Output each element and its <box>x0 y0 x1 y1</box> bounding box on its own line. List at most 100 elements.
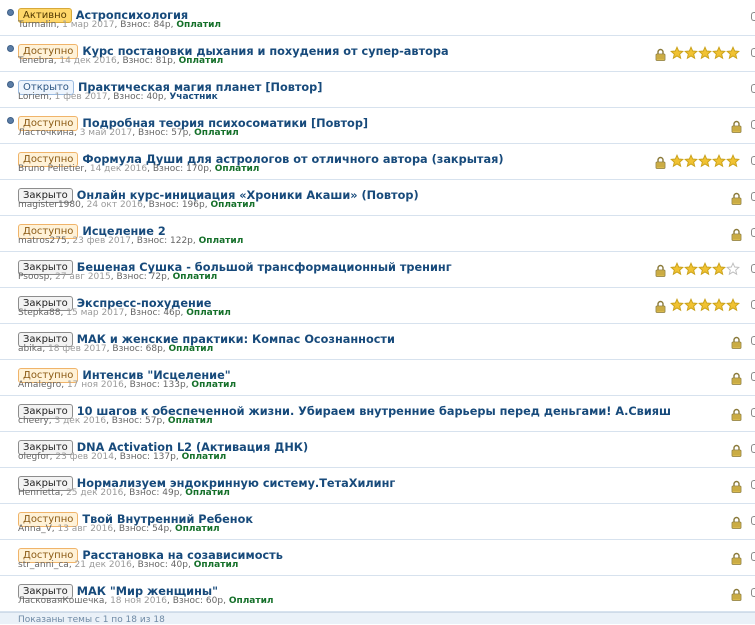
rating-stars[interactable] <box>670 153 740 168</box>
thread-date: 25 дек 2016 <box>66 488 124 498</box>
thread-author-link[interactable]: str_anni_ca <box>18 560 69 570</box>
thread-author-link[interactable]: Anna_V <box>18 524 52 534</box>
lock-icon <box>655 298 666 313</box>
thread-date: 1 фев 2017 <box>54 92 108 102</box>
fee-value: 60р <box>205 596 224 606</box>
fee-label: Взнос: <box>172 596 204 606</box>
thread-author-link[interactable]: ЛасковаяКошечка <box>18 596 104 606</box>
thread-author-link[interactable]: Tenebra <box>18 56 54 66</box>
thread-row[interactable]: Доступно Расстановка на созависимость str_… <box>0 540 755 576</box>
thread-row[interactable]: Закрыто DNA Activation L2 (Активация ДНК)… <box>0 432 755 468</box>
last-post-edge <box>751 48 755 57</box>
thread-author-link[interactable]: matros275 <box>18 236 67 246</box>
star-icon[interactable] <box>698 297 712 312</box>
unread-indicator-icon <box>7 81 14 88</box>
thread-author-link[interactable]: Henrietta <box>18 488 60 498</box>
star-icon[interactable] <box>698 45 712 60</box>
thread-title-line: Доступно Курс постановки дыхания и похуде… <box>18 41 449 59</box>
thread-author-link[interactable]: Psoosp <box>18 272 49 282</box>
thread-date: 27 авг 2015 <box>55 272 111 282</box>
star-icon[interactable] <box>726 153 740 168</box>
star-icon[interactable] <box>684 45 698 60</box>
star-icon[interactable] <box>670 297 684 312</box>
thread-date: 13 авг 2016 <box>57 524 114 534</box>
star-icon[interactable] <box>670 261 684 276</box>
fee-value: 196р <box>181 200 205 210</box>
star-icon[interactable] <box>684 297 698 312</box>
thread-title-line: Доступно Интенсив "Исцеление" <box>18 365 231 383</box>
fee-value: 137р <box>152 452 176 462</box>
thread-author-link[interactable]: Turmalin <box>18 20 56 30</box>
thread-row[interactable]: Закрыто Экспресс-похудение Stepka88, 15 ма… <box>0 288 755 324</box>
star-icon[interactable] <box>726 261 740 276</box>
thread-author-link[interactable]: olegfor <box>18 452 50 462</box>
star-icon[interactable] <box>670 45 684 60</box>
star-icon[interactable] <box>698 261 712 276</box>
thread-row[interactable]: Закрыто Онлайн курс-инициация «Хроники Ак… <box>0 180 755 216</box>
thread-author-link[interactable]: abika <box>18 344 42 354</box>
thread-row[interactable]: Доступно Твой Внутренний Ребенок Anna_V, 1… <box>0 504 755 540</box>
thread-date: 14 дек 2016 <box>89 164 148 174</box>
pagination-footer: Показаны темы с 1 по 18 из 18 <box>0 612 755 625</box>
star-icon[interactable] <box>684 153 698 168</box>
thread-meta: cheery, 3 дек 2016, Взнос: 57р, Оплатил <box>18 416 213 426</box>
rating-stars[interactable] <box>670 297 740 312</box>
thread-meta: Henrietta, 25 дек 2016, Взнос: 49р, Опла… <box>18 488 230 498</box>
thread-meta: Bruno Pelletier, 14 дек 2016, Взнос: 170… <box>18 164 260 174</box>
participation-state: Оплатил <box>193 560 239 570</box>
thread-row[interactable]: Закрыто Бешеная Сушка - большой трансформ… <box>0 252 755 288</box>
thread-row[interactable]: Доступно Формула Души для астрологов от о… <box>0 144 755 180</box>
thread-author-link[interactable]: Amalegro <box>18 380 61 390</box>
participation-state: Оплатил <box>185 488 230 498</box>
fee-label: Взнос: <box>129 380 160 390</box>
thread-row[interactable]: Активно Астропсихология Turmalin, 1 мар 20… <box>0 0 755 36</box>
thread-author-link[interactable]: Stepka88 <box>18 308 61 318</box>
pagination-summary: Показаны темы с 1 по 18 из 18 <box>18 615 165 625</box>
thread-author-link[interactable]: Ласточкина <box>18 128 74 138</box>
lock-icon <box>731 478 742 493</box>
thread-author-link[interactable]: magister1980 <box>18 200 81 210</box>
thread-author-link[interactable]: Bruno Pelletier <box>18 164 84 174</box>
thread-row[interactable]: Доступно Интенсив "Исцеление" Amalegro, 17… <box>0 360 755 396</box>
thread-title-line: Закрыто DNA Activation L2 (Активация ДНК) <box>18 437 308 455</box>
thread-row[interactable]: Доступно Подробная теория психосоматики [… <box>0 108 755 144</box>
thread-row[interactable]: Доступно Исцеление 2 matros275, 23 фев 201… <box>0 216 755 252</box>
thread-row[interactable]: Доступно Курс постановки дыхания и похуде… <box>0 36 755 72</box>
rating-stars[interactable] <box>670 45 740 60</box>
thread-title-line: Доступно Твой Внутренний Ребенок <box>18 509 253 527</box>
thread-row[interactable]: Открыто Практическая магия планет [Повтор… <box>0 72 755 108</box>
thread-meta: magister1980, 24 окт 2016, Взнос: 196р, … <box>18 200 256 210</box>
star-icon[interactable] <box>712 45 726 60</box>
fee-value: 170р <box>186 164 209 174</box>
star-icon[interactable] <box>712 153 726 168</box>
last-post-edge <box>751 516 755 525</box>
thread-meta: Amalegro, 17 ноя 2016, Взнос: 133р, Опла… <box>18 380 237 390</box>
last-post-edge <box>751 480 755 489</box>
star-icon[interactable] <box>698 153 712 168</box>
fee-label: Взнос: <box>116 272 147 282</box>
star-icon[interactable] <box>684 261 698 276</box>
star-icon[interactable] <box>712 297 726 312</box>
star-icon[interactable] <box>670 153 684 168</box>
thread-row[interactable]: Закрыто 10 шагов к обеспеченной жизни. Уб… <box>0 396 755 432</box>
participation-state: Оплатил <box>176 20 221 30</box>
star-icon[interactable] <box>712 261 726 276</box>
thread-row[interactable]: Закрыто МАК "Мир женщины" ЛасковаяКошечка,… <box>0 576 755 612</box>
lock-icon <box>731 550 742 565</box>
last-post-edge <box>751 588 755 597</box>
star-icon[interactable] <box>726 297 740 312</box>
participation-state: Оплатил <box>210 200 256 210</box>
thread-title-line: Закрыто 10 шагов к обеспеченной жизни. Уб… <box>18 401 671 419</box>
thread-author-link[interactable]: Loriem <box>18 92 49 102</box>
rating-stars[interactable] <box>670 261 740 276</box>
last-post-edge <box>751 264 755 273</box>
thread-author-link[interactable]: cheery <box>18 416 49 426</box>
thread-date: 21 дек 2016 <box>74 560 132 570</box>
star-icon[interactable] <box>726 45 740 60</box>
participation-state: Оплатил <box>214 164 260 174</box>
thread-date: 23 фев 2017 <box>72 236 132 246</box>
thread-row[interactable]: Закрыто Нормализуем эндокринную систему.Т… <box>0 468 755 504</box>
thread-row[interactable]: Закрыто МАК и женские практики: Компас Ос… <box>0 324 755 360</box>
fee-value: 133р <box>162 380 186 390</box>
lock-icon <box>731 190 742 205</box>
